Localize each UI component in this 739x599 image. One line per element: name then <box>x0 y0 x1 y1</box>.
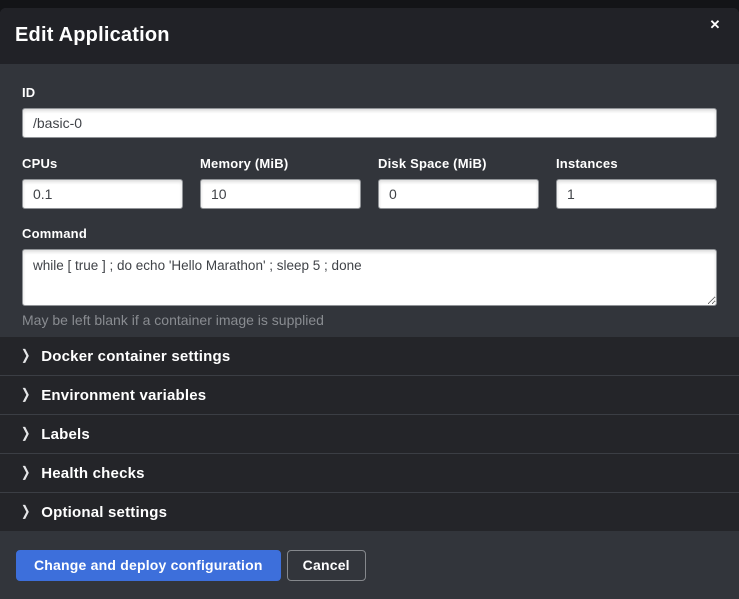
section-optional-settings[interactable]: ❯ Optional settings <box>0 492 739 531</box>
collapsible-sections: ❯ Docker container settings ❯ Environmen… <box>0 337 739 531</box>
cancel-button[interactable]: Cancel <box>287 550 366 581</box>
cpus-input[interactable] <box>22 179 183 209</box>
section-label: Labels <box>41 426 90 443</box>
section-labels[interactable]: ❯ Labels <box>0 414 739 453</box>
cpus-label: CPUs <box>22 156 183 171</box>
command-help-text: May be left blank if a container image i… <box>22 312 717 328</box>
chevron-right-icon: ❯ <box>21 349 30 363</box>
modal-header: Edit Application ✕ <box>0 8 739 64</box>
disk-input[interactable] <box>378 179 539 209</box>
change-and-deploy-button[interactable]: Change and deploy configuration <box>16 550 281 581</box>
disk-field-group: Disk Space (MiB) <box>378 156 539 209</box>
section-health-checks[interactable]: ❯ Health checks <box>0 453 739 492</box>
chevron-right-icon: ❯ <box>21 388 30 402</box>
instances-field-group: Instances <box>556 156 717 209</box>
command-input[interactable]: while [ true ] ; do echo 'Hello Marathon… <box>22 249 717 306</box>
memory-input[interactable] <box>200 179 361 209</box>
modal-footer: Change and deploy configuration Cancel <box>0 531 739 599</box>
chevron-right-icon: ❯ <box>21 427 30 441</box>
close-icon[interactable]: ✕ <box>707 18 723 32</box>
chevron-right-icon: ❯ <box>21 505 30 519</box>
edit-application-modal: Edit Application ✕ ID CPUs Memory (MiB) … <box>0 8 739 599</box>
modal-title: Edit Application <box>15 21 723 49</box>
section-label: Docker container settings <box>41 348 230 365</box>
chevron-right-icon: ❯ <box>21 466 30 480</box>
command-label: Command <box>22 226 717 241</box>
instances-input[interactable] <box>556 179 717 209</box>
command-field-group: Command while [ true ] ; do echo 'Hello … <box>22 226 717 328</box>
id-label: ID <box>22 85 717 100</box>
disk-label: Disk Space (MiB) <box>378 156 539 171</box>
memory-field-group: Memory (MiB) <box>200 156 361 209</box>
section-label: Environment variables <box>41 387 206 404</box>
section-label: Health checks <box>41 465 144 482</box>
id-input[interactable] <box>22 108 717 138</box>
application-form: ID CPUs Memory (MiB) Disk Space (MiB) In… <box>0 64 739 337</box>
cpus-field-group: CPUs <box>22 156 183 209</box>
memory-label: Memory (MiB) <box>200 156 361 171</box>
id-field-group: ID <box>22 85 717 138</box>
section-label: Optional settings <box>41 504 167 521</box>
instances-label: Instances <box>556 156 717 171</box>
section-environment-variables[interactable]: ❯ Environment variables <box>0 375 739 414</box>
section-docker-container-settings[interactable]: ❯ Docker container settings <box>0 337 739 375</box>
resources-row: CPUs Memory (MiB) Disk Space (MiB) Insta… <box>22 156 717 209</box>
